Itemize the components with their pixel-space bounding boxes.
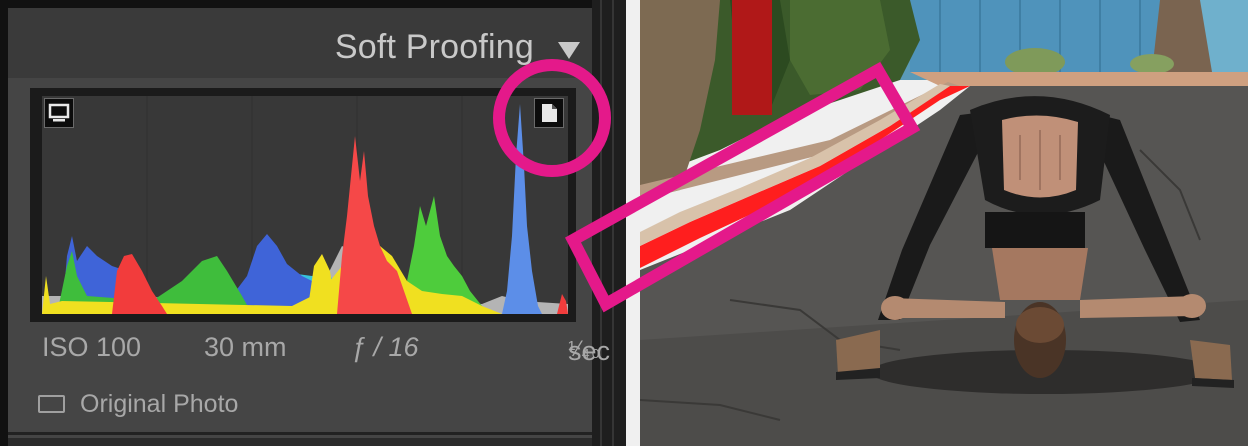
histogram-red-peak [337, 136, 412, 314]
panel-left-border [0, 0, 8, 446]
page-icon [542, 104, 557, 122]
panel-bottom-divider [8, 432, 592, 435]
panel-header[interactable]: Soft Proofing [8, 8, 592, 78]
original-photo-checkbox[interactable] [38, 395, 65, 413]
shutter-unit: sec [568, 336, 611, 366]
triangle-down-icon[interactable] [558, 42, 580, 59]
monitor-icon [48, 103, 70, 122]
panel-title: Soft Proofing [334, 28, 534, 66]
soft-proofing-panel: Soft Proofing ISO 100 30 mm ƒ / 16 ¹⁄₄₀ … [0, 0, 626, 446]
scrollbar-rail [612, 0, 614, 446]
original-photo-label: Original Photo [80, 390, 239, 418]
scrollbar-rail [600, 0, 602, 446]
histogram-red [112, 254, 167, 314]
iso-value: ISO 100 [42, 332, 142, 362]
panel-top-border [0, 0, 626, 8]
panel-scrollbar[interactable] [592, 0, 626, 446]
photo-preview[interactable] [640, 0, 1248, 446]
shadow-clipping-button[interactable] [44, 98, 74, 128]
histogram-blue-spike [502, 104, 542, 314]
aperture-value: ƒ / 16 [351, 332, 419, 362]
original-photo-toggle[interactable]: Original Photo [38, 386, 438, 426]
histogram[interactable] [42, 96, 568, 314]
screenshot-stage: Soft Proofing ISO 100 30 mm ƒ / 16 ¹⁄₄₀ … [0, 0, 1248, 446]
photo-image [640, 0, 1248, 446]
exif-info-row: ISO 100 30 mm ƒ / 16 ¹⁄₄₀ sec [42, 328, 610, 368]
highlight-clipping-button[interactable] [534, 98, 564, 128]
focal-length-value: 30 mm [204, 332, 287, 362]
